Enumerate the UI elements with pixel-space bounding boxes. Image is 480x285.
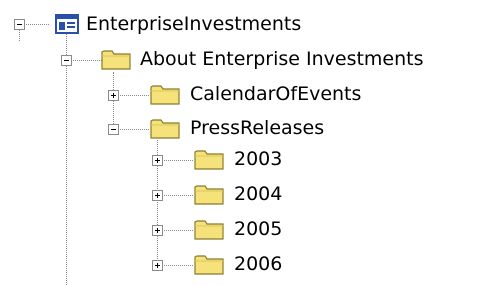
tree-node-year[interactable]: 2004 bbox=[234, 182, 314, 212]
folder-icon bbox=[194, 218, 224, 240]
tree-node-label: About Enterprise Investments bbox=[140, 48, 424, 70]
folder-tree: EnterpriseInvestments About Enterprise I… bbox=[0, 0, 480, 285]
partial-folder-icon bbox=[108, 279, 122, 285]
tree-node-label: PressReleases bbox=[190, 117, 325, 139]
tree-node-press[interactable]: PressReleases bbox=[190, 116, 450, 146]
folder-icon bbox=[101, 48, 131, 70]
site-icon bbox=[55, 14, 79, 34]
tree-node-label: 2003 bbox=[234, 148, 283, 170]
collapse-toggle-press[interactable] bbox=[108, 124, 119, 135]
plus-icon-vertical bbox=[157, 158, 158, 163]
folder-icon bbox=[150, 83, 180, 105]
expand-toggle-2006[interactable] bbox=[152, 260, 163, 271]
plus-icon-vertical bbox=[157, 263, 158, 268]
tree-node-about[interactable]: About Enterprise Investments bbox=[140, 47, 480, 77]
minus-icon bbox=[17, 24, 22, 25]
tree-node-calendar[interactable]: CalendarOfEvents bbox=[190, 82, 450, 112]
expand-toggle-calendar[interactable] bbox=[108, 90, 119, 101]
minus-icon bbox=[111, 129, 116, 130]
folder-icon bbox=[150, 117, 180, 139]
folder-icon bbox=[194, 183, 224, 205]
plus-icon-vertical bbox=[113, 93, 114, 98]
folder-icon bbox=[194, 253, 224, 275]
tree-node-label: EnterpriseInvestments bbox=[86, 13, 302, 35]
plus-icon-vertical bbox=[157, 193, 158, 198]
tree-node-label: 2005 bbox=[234, 218, 283, 240]
tree-node-label: 2004 bbox=[234, 183, 283, 205]
minus-icon bbox=[64, 60, 69, 61]
tree-connector bbox=[113, 72, 114, 132]
tree-node-label: 2006 bbox=[234, 253, 283, 275]
tree-node-root[interactable]: EnterpriseInvestments bbox=[86, 12, 386, 42]
tree-node-year[interactable]: 2006 bbox=[234, 252, 314, 282]
expand-toggle-2004[interactable] bbox=[152, 190, 163, 201]
folder-icon bbox=[194, 148, 224, 170]
expand-toggle-2005[interactable] bbox=[152, 225, 163, 236]
plus-icon-vertical bbox=[157, 228, 158, 233]
collapse-toggle-about[interactable] bbox=[61, 55, 72, 66]
collapse-toggle-root[interactable] bbox=[14, 19, 25, 30]
tree-node-year[interactable]: 2003 bbox=[234, 147, 314, 177]
tree-node-label: CalendarOfEvents bbox=[190, 83, 362, 105]
expand-toggle-2003[interactable] bbox=[152, 155, 163, 166]
tree-node-year[interactable]: 2005 bbox=[234, 217, 314, 247]
